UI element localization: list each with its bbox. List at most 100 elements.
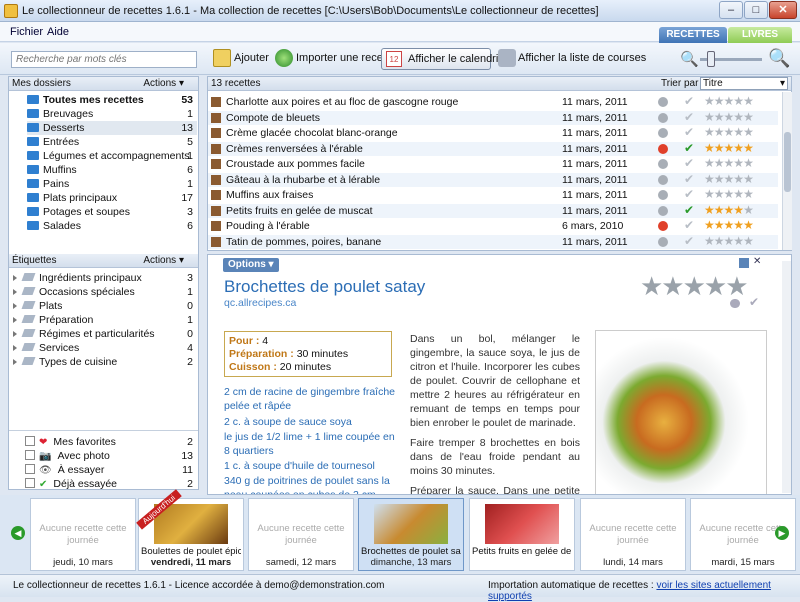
tried-check-icon[interactable]: ✔ bbox=[684, 203, 694, 217]
calendar-next-arrow[interactable]: ▶ bbox=[775, 526, 789, 540]
recipe-row[interactable]: Charlotte aux poires et au floc de gasco… bbox=[208, 94, 778, 109]
tried-check-icon[interactable]: ✔ bbox=[684, 234, 694, 248]
favorite-heart-icon[interactable] bbox=[658, 221, 668, 231]
rating-stars[interactable]: ★★★★★ bbox=[704, 156, 754, 170]
rating-stars[interactable]: ★★★★★ bbox=[704, 94, 754, 108]
recipe-row[interactable]: Pouding à l'érable 6 mars, 2010 ✔ ★★★★★ bbox=[208, 218, 778, 233]
rating-stars[interactable]: ★★★★★ bbox=[704, 125, 754, 139]
zoom-out-icon[interactable]: 🔍 bbox=[680, 50, 699, 68]
options-button[interactable]: Options ▾ bbox=[223, 258, 279, 272]
menu-file[interactable]: Fichier bbox=[10, 26, 43, 38]
list-scrollbar-thumb[interactable] bbox=[784, 132, 791, 192]
recipe-row[interactable]: Crèmes renversées à l'érable 11 mars, 201… bbox=[208, 141, 778, 156]
restore-icon[interactable] bbox=[739, 258, 749, 268]
tag-item[interactable]: Occasions spéciales 1 bbox=[13, 285, 197, 299]
folder-item[interactable]: Légumes et accompagnements 1 bbox=[27, 149, 197, 163]
filter-checkbox[interactable] bbox=[25, 464, 35, 474]
filter-checkbox[interactable] bbox=[25, 436, 35, 446]
tried-check-icon[interactable]: ✔ bbox=[684, 187, 694, 201]
rating-stars[interactable]: ★★★★★ bbox=[704, 141, 754, 155]
tag-item[interactable]: Ingrédients principaux 3 bbox=[13, 271, 197, 285]
tag-item[interactable]: Services 4 bbox=[13, 341, 197, 355]
calendar-recipe-name[interactable]: Brochettes de poulet sat... bbox=[361, 546, 461, 557]
calendar-day[interactable]: Boulettes de poulet épic... vendredi, 11 … bbox=[136, 489, 244, 571]
expand-arrow-icon[interactable] bbox=[13, 275, 17, 281]
recipe-row[interactable]: Petits fruits en gelée de muscat 11 mars,… bbox=[208, 203, 778, 218]
folder-item[interactable]: Potages et soupes 3 bbox=[27, 205, 197, 219]
menu-help[interactable]: Aide bbox=[47, 26, 69, 38]
folder-item[interactable]: Plats principaux 17 bbox=[27, 191, 197, 205]
tags-actions-button[interactable]: Actions ▾ bbox=[143, 254, 184, 267]
close-button[interactable]: ✕ bbox=[769, 1, 797, 19]
rating-stars[interactable]: ★★★★★ bbox=[704, 234, 754, 248]
expand-arrow-icon[interactable] bbox=[13, 331, 17, 337]
calendar-day[interactable]: Aucune recette cette journée samedi, 12 m… bbox=[248, 498, 354, 571]
folder-item[interactable]: Breuvages 1 bbox=[27, 107, 197, 121]
favorite-heart-icon[interactable] bbox=[658, 174, 668, 185]
calendar-day[interactable]: Brochettes de poulet sat... dimanche, 13 … bbox=[358, 498, 464, 571]
shopping-list-button[interactable]: Afficher la liste de courses bbox=[518, 52, 646, 64]
tried-check-icon[interactable]: ✔ bbox=[684, 110, 694, 124]
calendar-recipe-name[interactable]: Boulettes de poulet épic... bbox=[141, 546, 241, 557]
folder-item[interactable]: Pains 1 bbox=[27, 177, 197, 191]
expand-arrow-icon[interactable] bbox=[13, 359, 17, 365]
sort-select[interactable]: Titre ▾ bbox=[700, 77, 788, 90]
add-button[interactable]: Ajouter bbox=[234, 52, 269, 64]
recipe-row[interactable]: Gâteau à la rhubarbe et à lérable 11 mars… bbox=[208, 172, 778, 187]
tab-recipes[interactable]: RECETTES bbox=[659, 27, 727, 43]
list-scrollbar[interactable] bbox=[782, 92, 792, 250]
recipe-row[interactable]: Muffins aux fraises 11 mars, 2011 ✔ ★★★★★ bbox=[208, 187, 778, 202]
calendar-day[interactable]: Aucune recette cette journée lundi, 14 ma… bbox=[580, 498, 686, 571]
folder-item[interactable]: Desserts 13 bbox=[27, 121, 197, 135]
tab-books[interactable]: LIVRES bbox=[728, 27, 792, 43]
zoom-slider-thumb[interactable] bbox=[707, 51, 715, 67]
recipe-row[interactable]: Tatin de pommes, poires, banane 11 mars, … bbox=[208, 234, 778, 249]
rating-stars[interactable]: ★★★★★ bbox=[704, 218, 754, 232]
maximize-button[interactable]: □ bbox=[744, 1, 768, 19]
tag-item[interactable]: Plats 0 bbox=[13, 299, 197, 313]
tried-check-icon[interactable]: ✔ bbox=[684, 94, 694, 108]
favorite-heart-icon[interactable] bbox=[658, 205, 668, 216]
detail-scrollbar[interactable] bbox=[782, 261, 791, 493]
filter-checkbox[interactable] bbox=[25, 450, 35, 460]
expand-arrow-icon[interactable] bbox=[13, 303, 17, 309]
folder-item[interactable]: Toutes mes recettes 53 bbox=[27, 93, 197, 107]
calendar-button[interactable]: 12 Afficher le calendrier bbox=[381, 48, 508, 70]
zoom-in-icon[interactable]: 🔍 bbox=[768, 48, 790, 69]
favorite-heart-icon[interactable] bbox=[658, 112, 668, 123]
folders-actions-button[interactable]: Actions ▾ bbox=[143, 77, 184, 90]
tried-check-icon[interactable]: ✔ bbox=[684, 141, 694, 155]
folder-item[interactable]: Entrées 5 bbox=[27, 135, 197, 149]
tried-check-icon[interactable]: ✔ bbox=[749, 295, 759, 309]
search-input[interactable] bbox=[11, 51, 197, 68]
filter-checkbox[interactable] bbox=[25, 478, 35, 488]
rating-stars[interactable]: ★★★★★ bbox=[704, 187, 754, 201]
favorite-heart-icon[interactable] bbox=[658, 97, 668, 107]
favorite-heart-icon[interactable] bbox=[730, 299, 740, 308]
favorite-heart-icon[interactable] bbox=[658, 159, 668, 169]
tried-check-icon[interactable]: ✔ bbox=[684, 172, 694, 186]
recipe-source-link[interactable]: qc.allrecipes.ca bbox=[224, 297, 296, 309]
rating-stars[interactable]: ★★★★★ bbox=[640, 271, 749, 302]
recipe-row[interactable]: Compote de bleuets 11 mars, 2011 ✔ ★★★★★ bbox=[208, 110, 778, 125]
calendar-day[interactable]: Petits fruits en gelée de... bbox=[469, 498, 575, 571]
rating-stars[interactable]: ★★★★★ bbox=[704, 172, 754, 186]
recipe-row[interactable]: Crème glacée chocolat blanc-orange 11 mar… bbox=[208, 125, 778, 140]
favorite-heart-icon[interactable] bbox=[658, 143, 668, 154]
favorite-heart-icon[interactable] bbox=[658, 128, 668, 138]
tag-item[interactable]: Régimes et particularités 0 bbox=[13, 327, 197, 341]
expand-arrow-icon[interactable] bbox=[13, 317, 17, 323]
close-detail-icon[interactable]: ✕ bbox=[753, 256, 761, 267]
rating-stars[interactable]: ★★★★★ bbox=[704, 203, 754, 217]
expand-arrow-icon[interactable] bbox=[13, 345, 17, 351]
tag-item[interactable]: Types de cuisine 2 bbox=[13, 355, 197, 369]
tag-item[interactable]: Préparation 1 bbox=[13, 313, 197, 327]
favorite-heart-icon[interactable] bbox=[658, 236, 668, 247]
recipe-row[interactable]: Croustade aux pommes facile 11 mars, 2011… bbox=[208, 156, 778, 171]
calendar-day[interactable]: Aucune recette cette journée jeudi, 10 ma… bbox=[30, 498, 136, 571]
tried-check-icon[interactable]: ✔ bbox=[684, 125, 694, 139]
folder-item[interactable]: Salades 6 bbox=[27, 219, 197, 233]
calendar-prev-arrow[interactable]: ◀ bbox=[11, 526, 25, 540]
calendar-recipe-name[interactable]: Petits fruits en gelée de... bbox=[472, 546, 572, 557]
tried-check-icon[interactable]: ✔ bbox=[684, 218, 694, 232]
